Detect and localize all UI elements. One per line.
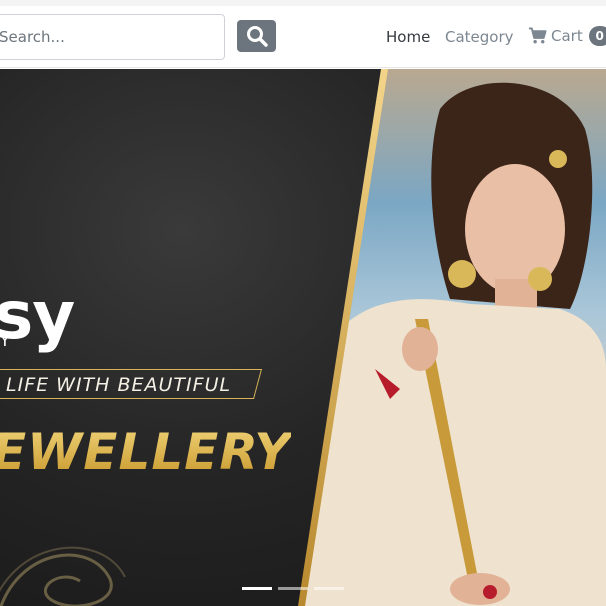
cart-count-badge: 0 xyxy=(588,26,606,46)
search-button[interactable] xyxy=(237,20,276,52)
carousel-indicator[interactable] xyxy=(314,587,344,590)
brand-sub-fragment: Y xyxy=(0,331,10,350)
carousel-indicator[interactable] xyxy=(278,587,308,590)
search-icon xyxy=(246,26,268,47)
carousel-indicators xyxy=(242,587,344,590)
nav-cart-link[interactable]: Cart 0 xyxy=(528,26,606,46)
navbar: Home Category Cart 0 xyxy=(0,6,606,68)
decorative-swirl xyxy=(0,546,126,606)
carousel-indicator[interactable] xyxy=(242,587,272,590)
banner-tagline: LIFE WITH BEAUTIFUL xyxy=(6,374,232,396)
banner-headline: EWELLERY xyxy=(0,423,291,481)
search-input[interactable] xyxy=(0,14,225,60)
brand-fragment: sy xyxy=(0,277,75,354)
nav-category-link[interactable]: Category xyxy=(445,28,514,46)
cart-icon xyxy=(528,27,547,44)
hero-carousel[interactable]: sy Y LIFE WITH BEAUTIFUL EWELLERY xyxy=(0,69,606,606)
nav-home-link[interactable]: Home xyxy=(386,28,430,46)
cart-label: Cart xyxy=(551,27,583,45)
